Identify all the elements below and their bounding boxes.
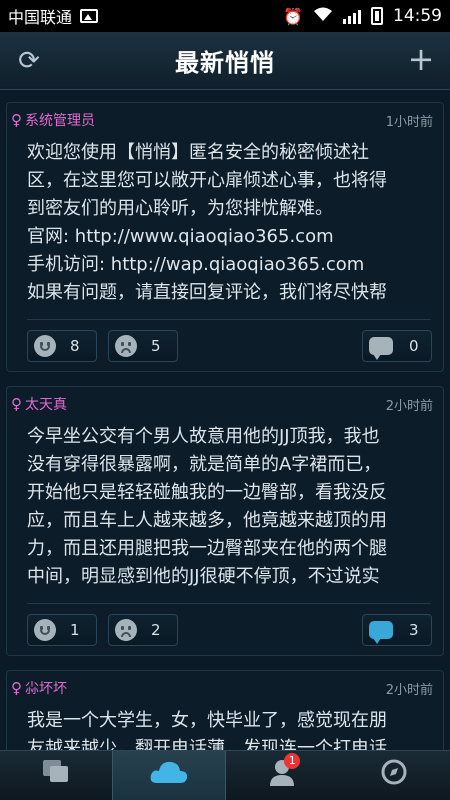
divider <box>27 319 431 320</box>
refresh-icon[interactable]: ⟳ <box>14 46 44 76</box>
dislike-count: 5 <box>151 337 161 355</box>
bottom-nav: 1 <box>0 750 450 800</box>
like-count: 8 <box>70 337 80 355</box>
post-time: 2小时前 <box>385 398 433 414</box>
post-author[interactable]: 太天真 <box>25 394 67 414</box>
post-header: ♀ 尛坏坏 2小时前 <box>11 677 433 699</box>
plus-icon[interactable]: + <box>406 43 436 75</box>
status-bar: 中国联通 ⏰ 14:59 <box>0 0 450 32</box>
tab-discover[interactable] <box>338 751 450 800</box>
post-author[interactable]: 尛坏坏 <box>25 678 67 698</box>
cloud-icon <box>149 759 189 792</box>
female-icon: ♀ <box>11 111 22 129</box>
smile-icon <box>34 335 56 357</box>
like-button[interactable]: 8 <box>27 330 97 362</box>
compass-icon <box>380 758 408 793</box>
post-author[interactable]: 系统管理员 <box>25 110 95 130</box>
comment-count: 3 <box>409 621 419 639</box>
page-title: 最新悄悄 <box>175 49 275 77</box>
female-icon: ♀ <box>11 395 22 413</box>
sad-icon <box>115 335 137 357</box>
post-header: ♀ 系统管理员 1小时前 <box>11 109 433 131</box>
dislike-button[interactable]: 2 <box>108 614 178 646</box>
post-text[interactable]: 我是一个大学生，女，快毕业了，感觉现在朋 友越来越少，翻开电话薄，发现连一个打电… <box>27 707 431 750</box>
wifi-icon <box>313 6 333 26</box>
like-count: 1 <box>70 621 80 639</box>
post-time: 2小时前 <box>385 682 433 698</box>
post-card[interactable]: ♀ 尛坏坏 2小时前 我是一个大学生，女，快毕业了，感觉现在朋 友越来越少，翻开… <box>6 670 444 750</box>
like-button[interactable]: 1 <box>27 614 97 646</box>
image-icon <box>80 9 99 23</box>
clock: 14:59 <box>393 6 442 26</box>
comment-button[interactable]: 3 <box>362 614 432 646</box>
title-bar: ⟳ 最新悄悄 + <box>0 32 450 90</box>
comment-count: 0 <box>409 337 419 355</box>
comment-button[interactable]: 0 <box>362 330 432 362</box>
tab-feed[interactable] <box>112 751 226 800</box>
signal-icon <box>343 8 361 24</box>
carrier-name: 中国联通 <box>8 8 73 27</box>
post-card[interactable]: ♀ 系统管理员 1小时前 欢迎您使用【悄悄】匿名安全的秘密倾述社 区，在这里您可… <box>6 102 444 372</box>
comment-icon <box>369 621 393 644</box>
post-time: 1小时前 <box>385 114 433 130</box>
comment-icon <box>369 337 393 360</box>
post-card[interactable]: ♀ 太天真 2小时前 今早坐公交有个男人故意用他的JJ顶我，我也 没有穿得很暴露… <box>6 386 444 656</box>
alarm-icon: ⏰ <box>283 6 303 26</box>
smile-icon <box>34 619 56 641</box>
tab-messages[interactable] <box>0 751 112 800</box>
post-feed[interactable]: ♀ 系统管理员 1小时前 欢迎您使用【悄悄】匿名安全的秘密倾述社 区，在这里您可… <box>0 90 450 750</box>
post-text[interactable]: 欢迎您使用【悄悄】匿名安全的秘密倾述社 区，在这里您可以敞开心扉倾述心事，也将得… <box>27 139 431 307</box>
dislike-count: 2 <box>151 621 161 639</box>
dislike-button[interactable]: 5 <box>108 330 178 362</box>
notification-badge: 1 <box>284 753 301 769</box>
female-icon: ♀ <box>11 679 22 697</box>
post-header: ♀ 太天真 2小时前 <box>11 393 433 415</box>
tab-profile[interactable]: 1 <box>226 751 338 800</box>
divider <box>27 603 431 604</box>
chat-icon <box>41 758 71 793</box>
sad-icon <box>115 619 137 641</box>
battery-icon <box>371 7 383 25</box>
post-text[interactable]: 今早坐公交有个男人故意用他的JJ顶我，我也 没有穿得很暴露啊，就是简单的A字裙而… <box>27 423 431 591</box>
